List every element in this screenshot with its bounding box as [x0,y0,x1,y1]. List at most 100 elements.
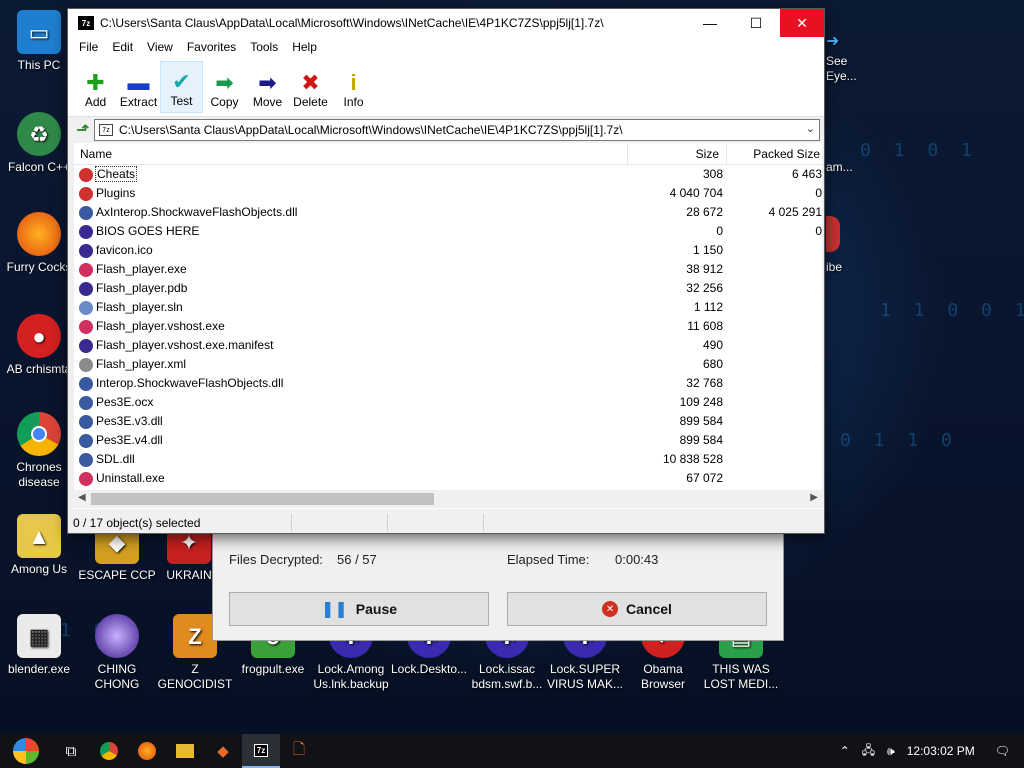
info-button[interactable]: i Info [332,61,375,113]
start-button[interactable] [0,734,52,768]
delete-x-icon: ✖ [301,70,320,95]
chrome-icon [100,742,118,760]
table-row[interactable]: Pes3E.v4.dll 899 584 [74,431,822,450]
pause-button[interactable]: ❚❚ Pause [229,592,489,626]
desktop-icon-ibe[interactable]: ibe [826,216,870,275]
taskbar-firefox[interactable] [128,734,166,768]
address-text: C:\Users\Santa Claus\AppData\Local\Micro… [119,123,623,137]
desktop-icon-am[interactable]: am... [826,160,870,175]
menu-help[interactable]: Help [285,40,324,54]
table-row[interactable]: Uninstall.exe 67 072 [74,469,822,488]
maximize-button[interactable]: ☐ [734,9,778,37]
taskbar-7zip[interactable]: 7z [242,734,280,768]
table-row[interactable]: BIOS GOES HERE 0 0 [74,222,822,241]
file-name: favicon.ico [96,243,153,257]
taskbar-explorer[interactable] [166,734,204,768]
file-name: Plugins [96,186,136,200]
up-folder-button[interactable]: ⬏ [72,119,94,141]
decryption-progress-window: Files Decrypted: 56 / 57 Elapsed Time: 0… [212,533,784,641]
recycle-icon: ♻ [17,112,61,156]
toolbar: ✚ Add ▬ Extract ✔ Test ➡ Copy ➡ Move ✖ D… [68,57,824,117]
folder-icon [79,187,93,201]
file-size: 67 072 [686,471,723,485]
7zip-file-manager-window: 7z C:\Users\Santa Claus\AppData\Local\Mi… [67,8,825,534]
file-name: Uninstall.exe [96,471,165,485]
elapsed-time-label: Elapsed Time: [507,552,590,567]
move-button[interactable]: ➡ Move [246,61,289,113]
title-bar[interactable]: 7z C:\Users\Santa Claus\AppData\Local\Mi… [68,9,824,37]
table-row[interactable]: AxInterop.ShockwaveFlashObjects.dll 28 67… [74,203,822,222]
taskbar-lock-file[interactable]: 🗋 [280,734,318,768]
table-row[interactable]: favicon.ico 1 150 [74,241,822,260]
move-arrow-icon: ➡ [258,70,277,95]
taskbar-app[interactable]: ◆ [204,734,242,768]
table-row[interactable]: Flash_player.vshost.exe.manifest 490 [74,336,822,355]
blender-icon: ▦ [17,614,61,658]
menu-edit[interactable]: Edit [105,40,140,54]
menu-tools[interactable]: Tools [243,40,285,54]
zgen-icon: Z [173,614,217,658]
table-row[interactable]: Interop.ShockwaveFlashObjects.dll 32 768 [74,374,822,393]
table-row[interactable]: Flash_player.sln 1 112 [74,298,822,317]
task-view-button[interactable]: ⧉ [52,734,90,768]
extract-button[interactable]: ▬ Extract [117,61,160,113]
table-row[interactable]: Plugins 4 040 704 0 [74,184,822,203]
file-name: Flash_player.exe [96,262,187,276]
file-size: 32 768 [686,376,723,390]
file-packed-size: 6 463 [791,167,822,181]
desktop-icon-blender[interactable]: ▦ blender.exe [0,614,78,677]
file-packed-size: 0 [815,186,822,200]
add-button[interactable]: ✚ Add [74,61,117,113]
dll-gear-icon [79,206,93,220]
table-row[interactable]: Flash_player.xml 680 [74,355,822,374]
desktop-icon-ching[interactable]: CHING CHONG [78,614,156,692]
desktop-icon-see-eye[interactable]: ➜ See Eye... [826,34,870,84]
table-row[interactable]: Pes3E.ocx 109 248 [74,393,822,412]
7zip-app-icon: 7z [78,16,94,30]
cancel-button[interactable]: ✕ Cancel [507,592,767,626]
pause-icon: ❚❚ [320,601,348,618]
column-header-packed[interactable]: Packed Size [726,142,822,165]
chevron-down-icon[interactable]: ⌄ [806,122,815,135]
close-button[interactable]: ✕ [780,9,824,37]
table-row[interactable]: Cheats 308 6 463 [74,165,822,184]
delete-button[interactable]: ✖ Delete [289,61,332,113]
dll-gear-icon [79,434,93,448]
table-row[interactable]: Pes3E.v3.dll 899 584 [74,412,822,431]
column-header-size[interactable]: Size [627,142,723,165]
file-size: 32 256 [686,281,723,295]
ocx-gear-icon [79,396,93,410]
minimize-button[interactable]: — [688,9,732,37]
table-row[interactable]: SDL.dll 10 838 528 [74,450,822,469]
angry-bird-icon: ● [17,314,61,358]
table-row[interactable]: Flash_player.vshost.exe 11 608 [74,317,822,336]
scroll-left-icon[interactable]: ◀ [78,492,86,503]
address-field[interactable]: 7z C:\Users\Santa Claus\AppData\Local\Mi… [94,119,820,141]
taskbar-chrome[interactable] [90,734,128,768]
file-name: Flash_player.vshost.exe.manifest [96,338,274,352]
table-row[interactable]: Flash_player.pdb 32 256 [74,279,822,298]
copy-button[interactable]: ➡ Copy [203,61,246,113]
chrome-icon [17,412,61,456]
menu-bar: File Edit View Favorites Tools Help [68,37,824,57]
menu-favorites[interactable]: Favorites [180,40,243,54]
file-size: 308 [702,167,723,181]
clock[interactable]: 12:03:02 PM [901,744,981,758]
notification-icon[interactable]: 🗨 [981,744,1024,758]
test-button[interactable]: ✔ Test [160,61,203,113]
column-header-name[interactable]: Name [80,147,112,161]
folder-icon [79,168,93,182]
table-row[interactable]: Flash_player.exe 38 912 [74,260,822,279]
horizontal-scrollbar[interactable]: ◀ ▶ [74,490,822,508]
elapsed-time-value: 0:00:43 [615,552,659,567]
network-icon[interactable]: 🖧 [856,741,881,762]
scrollbar-thumb[interactable] [91,493,434,505]
scroll-right-icon[interactable]: ▶ [810,492,818,503]
chevron-up-icon[interactable]: ⌃ [834,744,856,758]
menu-file[interactable]: File [72,40,105,54]
taskbar: ⧉ ◆ 7z 🗋 ⌃ 🖧 🕪 12:03:02 PM 🗨 [0,734,1024,768]
menu-view[interactable]: View [140,40,180,54]
volume-icon[interactable]: 🕪 [881,744,901,759]
file-size: 11 608 [687,319,723,333]
sln-file-icon [79,301,93,315]
